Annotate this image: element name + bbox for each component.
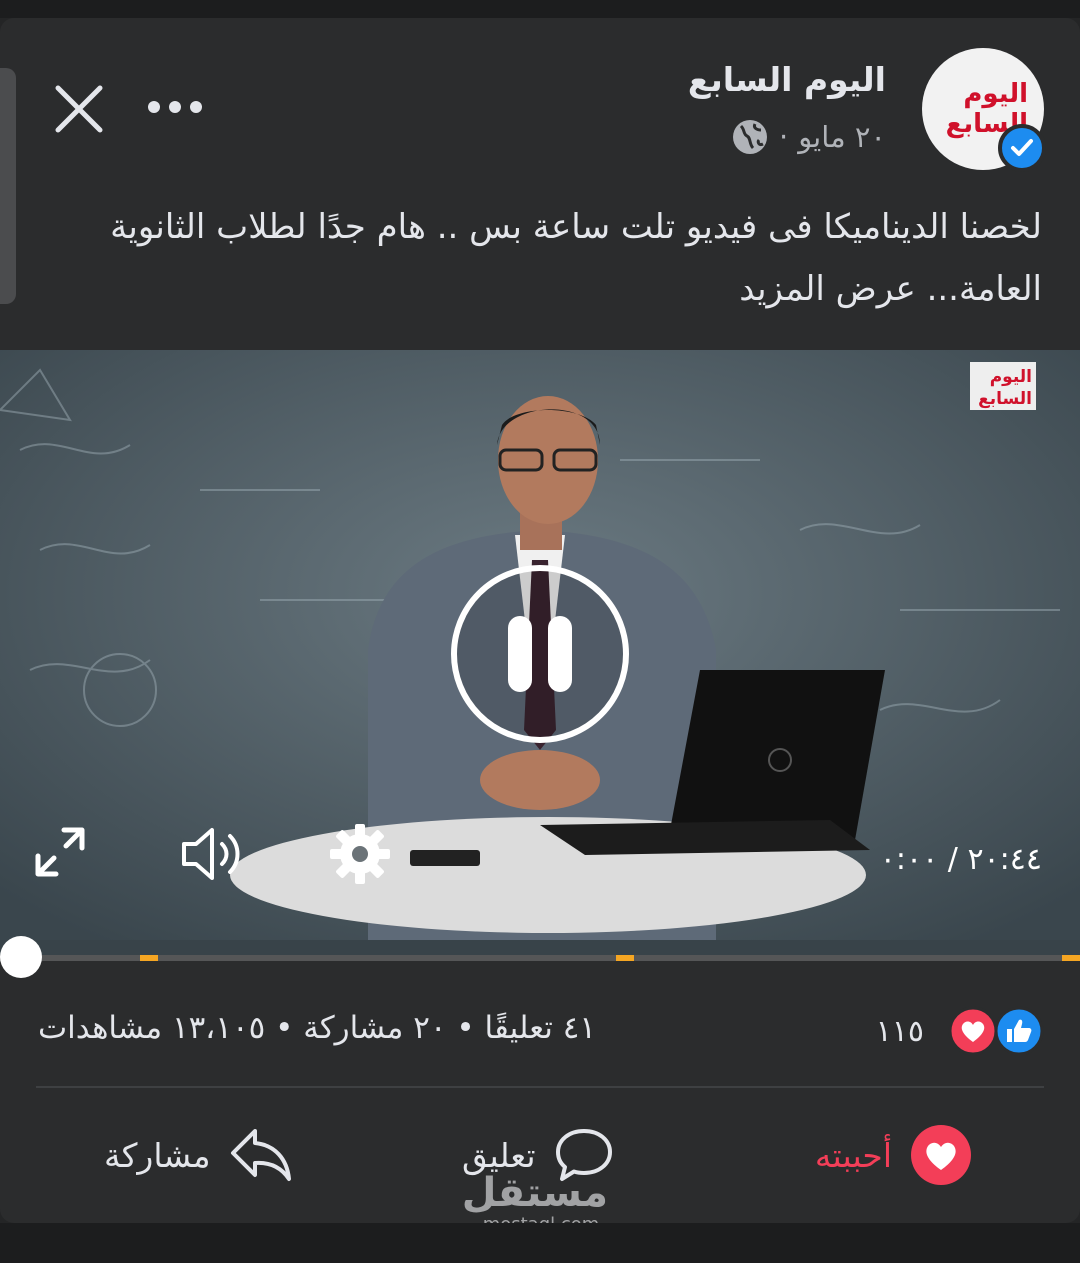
views-count: ١٣،١٠٥ مشاهدات	[38, 1010, 266, 1046]
more-icon[interactable]	[144, 92, 206, 122]
close-icon[interactable]	[50, 80, 108, 138]
post-meta: ٢٠ مايو ·	[731, 118, 886, 156]
chapter-marker	[1062, 955, 1080, 961]
time-total: ٢٠:٤٤	[967, 842, 1042, 877]
video-time: ٢٠:٤٤ / ٠:٠٠	[880, 842, 1042, 877]
love-reaction-icon	[948, 1006, 998, 1056]
heart-icon	[911, 1125, 971, 1185]
watermark-arabic: مستقل	[461, 1170, 608, 1216]
stats-dot: •	[456, 1010, 475, 1046]
globe-icon	[732, 120, 767, 154]
pause-icon[interactable]	[448, 562, 632, 746]
share-label: مشاركة	[104, 1135, 211, 1175]
meta-separator: ·	[778, 120, 789, 154]
reaction-count: ١١٥	[875, 1013, 924, 1049]
shares-count[interactable]: ٢٠ مشاركة	[303, 1010, 446, 1046]
share-icon	[230, 1129, 291, 1181]
status-strip	[0, 0, 1080, 18]
svg-text:السابع: السابع	[978, 389, 1032, 409]
verified-icon	[998, 124, 1046, 172]
time-separator: /	[947, 842, 958, 877]
settings-icon[interactable]	[328, 822, 392, 886]
share-button[interactable]: مشاركة	[104, 1120, 293, 1190]
reaction-icons	[948, 1006, 1044, 1056]
nav-strip	[0, 1223, 1080, 1263]
stats-dot: •	[275, 1010, 294, 1046]
svg-text:اليوم: اليوم	[990, 367, 1032, 387]
page-name[interactable]: اليوم السابع	[688, 60, 886, 99]
post-caption: لخصنا الديناميكا فى فيديو تلت ساعة بس ..…	[82, 196, 1042, 320]
comments-count[interactable]: ٤١ تعليقًا	[485, 1010, 597, 1046]
time-current: ٠:٠٠	[879, 842, 939, 877]
see-more-link[interactable]: عرض المزيد	[739, 269, 916, 309]
reactions-summary[interactable]: ١١٥	[876, 1006, 1044, 1056]
progress-handle[interactable]	[0, 936, 42, 978]
fullscreen-icon[interactable]	[34, 826, 86, 878]
progress-bar[interactable]	[0, 955, 1080, 961]
divider	[36, 1086, 1044, 1088]
side-handle[interactable]	[0, 68, 16, 304]
comment-label: تعليق	[462, 1135, 536, 1175]
volume-icon[interactable]	[178, 822, 244, 886]
svg-text:اليوم: اليوم	[963, 79, 1028, 109]
post-date[interactable]: ٢٠ مايو	[798, 120, 886, 154]
engagement-stats: ٤١ تعليقًا • ٢٠ مشاركة • ١٣،١٠٥ مشاهدات	[38, 1010, 596, 1046]
like-button[interactable]: أحببته	[815, 1120, 972, 1190]
like-label: أحببته	[814, 1135, 892, 1175]
like-reaction-icon	[994, 1006, 1044, 1056]
chapter-marker	[140, 955, 158, 961]
chapter-marker	[616, 955, 634, 961]
